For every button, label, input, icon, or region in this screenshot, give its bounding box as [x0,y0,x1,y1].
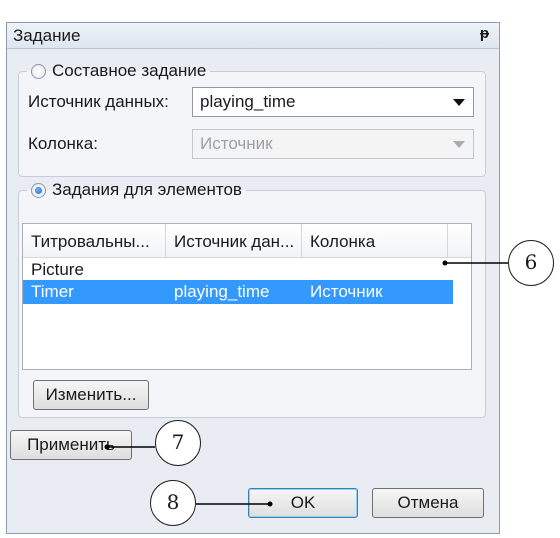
callout-6: 6 [508,240,554,286]
callout-leader-lines [104,260,508,507]
callout-7: 7 [155,420,201,466]
callout-8: 8 [150,480,196,526]
